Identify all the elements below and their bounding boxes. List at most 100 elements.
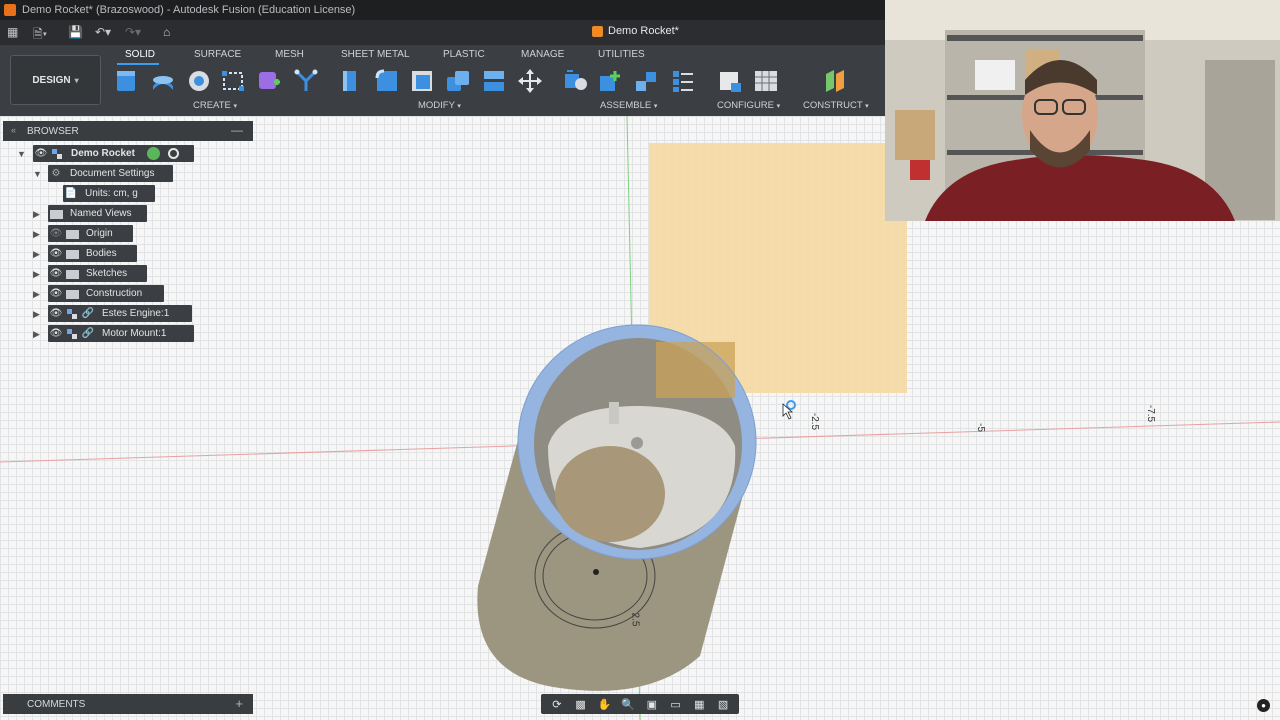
grid-settings-icon[interactable]: ▦	[691, 697, 707, 711]
look-at-icon[interactable]: ▩	[573, 697, 589, 711]
fit-icon[interactable]: ▣	[644, 697, 660, 711]
version-badge-icon[interactable]	[146, 147, 160, 160]
document-tab[interactable]: Demo Rocket*	[592, 25, 679, 37]
browser-item-sketches[interactable]: 👁 Sketches	[48, 265, 147, 282]
browser-item-label: Construction	[86, 288, 143, 299]
viewports-icon[interactable]: ▧	[715, 697, 731, 711]
zoom-icon[interactable]: 🔍	[620, 697, 636, 711]
pattern-icon[interactable]	[292, 67, 320, 95]
folder-icon	[48, 205, 64, 222]
apps-grid-icon[interactable]: ▦	[7, 25, 18, 39]
browser-item-bodies[interactable]: 👁 Bodies	[48, 245, 137, 262]
extrude-icon[interactable]	[149, 67, 177, 95]
minimize-icon[interactable]: —	[231, 123, 243, 137]
link-icon: 🔗	[81, 308, 95, 319]
orbit-icon[interactable]: ⟳	[549, 697, 565, 711]
move-copy-icon[interactable]	[516, 67, 544, 95]
component-icon	[64, 305, 80, 322]
chevron-down-icon: ▾	[74, 75, 79, 85]
assemble-group-label[interactable]: ASSEMBLE ▾	[600, 100, 657, 111]
origin-point[interactable]	[631, 437, 643, 449]
browser-item-label: Origin	[86, 228, 113, 239]
browser-root-node[interactable]: 👁 Demo Rocket	[33, 145, 194, 162]
redo-icon[interactable]: ↷▾	[125, 25, 141, 39]
webcam-overlay	[885, 0, 1280, 221]
browser-item-document-settings[interactable]: ⚙ Document Settings	[48, 165, 173, 182]
sketch-rectangle-icon[interactable]	[219, 67, 247, 95]
assemble-group-text: ASSEMBLE	[600, 100, 652, 111]
bill-of-materials-icon[interactable]	[669, 67, 697, 95]
browser-item-estes-engine[interactable]: 👁 🔗 Estes Engine:1	[48, 305, 192, 322]
browser-item-label: Estes Engine:1	[102, 308, 170, 319]
comments-panel-header[interactable]: COMMENTS +	[3, 694, 253, 714]
new-assemble-component-icon[interactable]	[597, 67, 625, 95]
create-group-label[interactable]: CREATE ▾	[193, 100, 237, 111]
help-icon[interactable]: ●	[1257, 699, 1270, 712]
offset-plane-icon[interactable]	[821, 67, 849, 95]
visibility-eye-icon[interactable]: 👁	[48, 285, 64, 302]
expand-arrow-icon[interactable]: ▶	[33, 249, 40, 260]
combine-icon[interactable]	[444, 67, 472, 95]
save-icon[interactable]: 💾	[68, 25, 83, 39]
browser-item-named-views[interactable]: Named Views	[48, 205, 147, 222]
expand-arrow-icon[interactable]: ▼	[17, 149, 26, 159]
visibility-eye-icon[interactable]: 👁	[48, 325, 64, 342]
tab-surface[interactable]: SURFACE	[194, 49, 241, 60]
modify-group-text: MODIFY	[418, 100, 455, 111]
expand-arrow-icon[interactable]: ▶	[33, 329, 40, 340]
collapse-panel-icon[interactable]: «	[11, 125, 16, 135]
browser-item-origin[interactable]: 👁 Origin	[48, 225, 133, 242]
press-pull-icon[interactable]	[336, 67, 364, 95]
document-icon: 📄	[64, 188, 78, 199]
expand-arrow-icon[interactable]: ▶	[33, 209, 40, 220]
tab-sheet-metal[interactable]: SHEET METAL	[341, 49, 410, 60]
tube-tab	[609, 402, 619, 424]
window-title: Demo Rocket* (Brazoswood) - Autodesk Fus…	[22, 4, 356, 16]
add-comment-icon[interactable]: +	[235, 696, 243, 711]
new-component-icon[interactable]	[112, 67, 140, 95]
shell-icon[interactable]	[408, 67, 436, 95]
split-body-icon[interactable]	[480, 67, 508, 95]
display-settings-icon[interactable]: ▭	[668, 697, 684, 711]
gear-icon: ⚙	[51, 168, 61, 179]
undo-icon[interactable]: ↶▾	[95, 25, 111, 39]
modify-group-label[interactable]: MODIFY ▾	[418, 100, 461, 111]
tab-utilities[interactable]: UTILITIES	[598, 49, 645, 60]
tab-solid[interactable]: SOLID	[125, 49, 155, 60]
browser-item-motor-mount[interactable]: 👁 🔗 Motor Mount:1	[48, 325, 194, 342]
expand-arrow-icon[interactable]: ▶	[33, 229, 40, 240]
activate-radio-icon[interactable]	[167, 148, 179, 159]
file-menu-icon[interactable]: 🗎▾	[33, 25, 47, 46]
configure-component-icon[interactable]	[716, 67, 744, 95]
configuration-table-icon[interactable]	[752, 67, 780, 95]
workspace-switcher-button[interactable]: DESIGN ▾	[10, 55, 101, 105]
tab-plastic[interactable]: PLASTIC	[443, 49, 485, 60]
joint-icon[interactable]	[562, 67, 590, 95]
pan-hand-icon[interactable]: ✋	[596, 697, 612, 711]
construct-group-label[interactable]: CONSTRUCT ▾	[803, 100, 869, 111]
visibility-eye-icon[interactable]: 👁	[33, 145, 49, 162]
construct-group-text: CONSTRUCT	[803, 100, 863, 111]
browser-item-units[interactable]: 📄 Units: cm, g	[63, 185, 155, 202]
chevron-down-icon: ▾	[653, 103, 658, 110]
hidden-eye-icon[interactable]: 👁	[48, 225, 64, 242]
expand-arrow-icon[interactable]: ▶	[33, 309, 40, 320]
expand-arrow-icon[interactable]: ▶	[33, 289, 40, 300]
as-built-joint-icon[interactable]	[632, 67, 660, 95]
tab-manage[interactable]: MANAGE	[521, 49, 564, 60]
sketch-center-point[interactable]	[593, 569, 599, 575]
revolve-icon[interactable]	[185, 67, 213, 95]
browser-item-construction[interactable]: 👁 Construction	[48, 285, 164, 302]
home-icon[interactable]: ⌂	[163, 25, 170, 39]
expand-arrow-icon[interactable]: ▼	[33, 169, 42, 179]
browser-item-label: Named Views	[70, 208, 132, 219]
create-form-icon[interactable]	[255, 67, 283, 95]
link-icon: 🔗	[81, 328, 95, 339]
tab-mesh[interactable]: MESH	[275, 49, 304, 60]
expand-arrow-icon[interactable]: ▶	[33, 269, 40, 280]
configure-group-label[interactable]: CONFIGURE ▾	[717, 100, 780, 111]
visibility-eye-icon[interactable]: 👁	[48, 245, 64, 262]
visibility-eye-icon[interactable]: 👁	[48, 265, 64, 282]
visibility-eye-icon[interactable]: 👁	[48, 305, 64, 322]
fillet-icon[interactable]	[373, 67, 401, 95]
